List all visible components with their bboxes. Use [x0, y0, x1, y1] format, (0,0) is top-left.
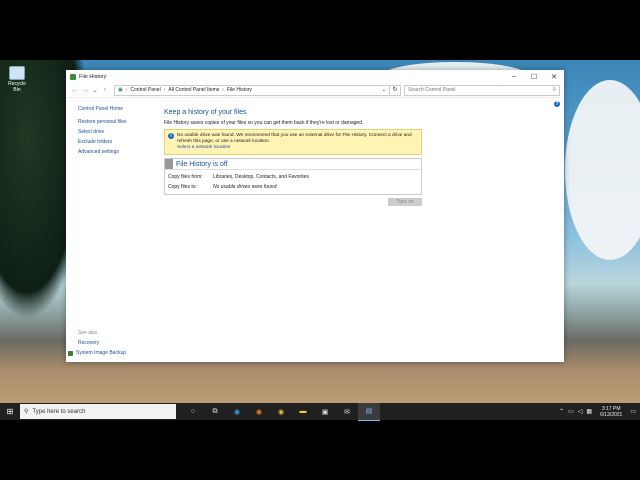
volume-icon[interactable]: ◁ [578, 408, 583, 415]
breadcrumb-separator: › [222, 87, 224, 93]
turn-on-button[interactable]: Turn on [388, 198, 422, 206]
show-hidden-icons-chevron-icon[interactable]: ⌃ [559, 408, 564, 415]
clock[interactable]: 3:17 PM 6/13/2021 [600, 406, 622, 418]
clock-time: 3:17 PM [601, 405, 621, 412]
breadcrumb-separator: › [163, 87, 166, 93]
main-content: Keep a history of your files File Histor… [164, 106, 422, 206]
minimize-button[interactable]: – [504, 73, 524, 80]
firefox-icon[interactable]: ◉ [248, 403, 270, 420]
chrome-icon[interactable]: ◉ [270, 403, 292, 420]
search-icon: ⚲ [552, 87, 556, 93]
mail-icon[interactable]: ✉ [336, 403, 358, 420]
sidebar-item-exclude-folders[interactable]: Exclude folders [78, 139, 158, 145]
see-also-section: See also Recovery System Image Backup [68, 330, 127, 360]
page-description: File History saves copies of your files … [164, 120, 364, 126]
system-tray: ⌃ ▭ ◁ ▦ 3:17 PM 6/13/2021 ▭ [557, 403, 640, 420]
search-input[interactable]: Search Control Panel ⚲ [404, 84, 560, 96]
maximize-button[interactable]: ☐ [524, 73, 544, 81]
copy-from-row: Copy files from: Libraries, Desktop, Con… [165, 170, 421, 182]
copy-from-value: Libraries, Desktop, Contacts, and Favori… [213, 174, 309, 180]
sidebar-item-restore[interactable]: Restore personal files [78, 119, 158, 125]
forward-arrow-icon[interactable]: → [80, 87, 90, 94]
status-title: File History is off [176, 160, 228, 168]
status-panel: File History is off Copy files from: Lib… [164, 158, 422, 195]
recycle-bin-desktop-icon[interactable]: Recycle Bin [6, 66, 28, 93]
refresh-icon[interactable]: ↻ [390, 84, 401, 96]
copy-to-row: Copy files to: No usable drives were fou… [165, 182, 421, 194]
address-dropdown-chevron-icon[interactable]: ⌄ [382, 87, 386, 93]
see-also-system-image-label: System Image Backup [76, 350, 127, 356]
copy-from-label: Copy files from: [168, 174, 203, 180]
clock-date: 6/13/2021 [600, 411, 623, 418]
windows-start-icon[interactable]: ⊞ [0, 407, 20, 416]
file-history-icon [70, 73, 76, 80]
sidebar-item-select-drive[interactable]: Select drive [78, 129, 158, 135]
info-icon: i [168, 133, 174, 139]
file-history-window: File History – ☐ ✕ ← → ⌄ ↑ ▣ › Control P… [66, 70, 564, 362]
breadcrumb-all-items[interactable]: All Control Panel Items [168, 87, 219, 93]
breadcrumb-control-panel[interactable]: Control Panel [130, 87, 160, 93]
store-icon[interactable]: ▣ [314, 403, 336, 420]
taskbar: ⊞ ⚲ Type here to search ○ ⧉ ◉ ◉ ◉ ▬ ▣ ✉ … [0, 402, 640, 421]
page-title: Keep a history of your files [164, 109, 247, 116]
address-bar[interactable]: ▣ › Control Panel › All Control Panel It… [114, 84, 390, 96]
recycle-bin-icon [9, 66, 25, 80]
warning-text: No usable drive was found. We recommend … [177, 133, 412, 144]
sidebar-home-link[interactable]: Control Panel Home [78, 106, 158, 112]
see-also-label: See also [78, 330, 98, 336]
see-also-system-image-link[interactable]: System Image Backup [68, 350, 127, 356]
sidebar-item-advanced-settings[interactable]: Advanced settings [78, 149, 158, 155]
control-panel-taskbar-icon[interactable]: ▤ [358, 402, 380, 421]
taskbar-apps: ○ ⧉ ◉ ◉ ◉ ▬ ▣ ✉ ▤ [182, 402, 380, 421]
help-icon[interactable]: ? [554, 101, 560, 107]
select-network-location-link[interactable]: Select a network location [177, 145, 418, 151]
up-arrow-icon[interactable]: ↑ [100, 87, 110, 94]
breadcrumb-file-history[interactable]: File History [227, 87, 252, 93]
title-bar: File History – ☐ ✕ [66, 70, 564, 83]
search-icon: ⚲ [24, 409, 29, 415]
edge-icon[interactable]: ◉ [226, 403, 248, 420]
control-panel-folder-icon: ▣ [118, 87, 123, 93]
notification-icon[interactable]: ▭ [630, 408, 636, 415]
status-header: File History is off [165, 159, 421, 170]
shield-icon [68, 350, 73, 356]
copy-to-label: Copy files to: [168, 184, 197, 190]
network-icon[interactable]: ▭ [568, 408, 574, 415]
taskbar-search-placeholder: Type here to search [32, 408, 86, 415]
file-explorer-icon[interactable]: ▬ [292, 403, 314, 420]
task-view-icon[interactable]: ⧉ [204, 403, 226, 420]
close-button[interactable]: ✕ [544, 73, 564, 81]
cloud [565, 80, 640, 260]
address-row: ← → ⌄ ↑ ▣ › Control Panel › All Control … [66, 83, 564, 98]
see-also-recovery-link[interactable]: Recovery [78, 340, 126, 346]
keyboard-icon[interactable]: ▦ [586, 408, 592, 415]
breadcrumb-separator: › [125, 87, 128, 93]
recent-locations-chevron-icon[interactable]: ⌄ [90, 86, 100, 94]
desktop-icon-label: Recycle Bin [8, 81, 26, 93]
taskbar-search-input[interactable]: ⚲ Type here to search [20, 404, 176, 419]
cortana-icon[interactable]: ○ [182, 403, 204, 420]
window-title: File History [79, 73, 107, 80]
copy-to-value: No usable drives were found. [213, 184, 278, 190]
see-also-recovery-label: Recovery [78, 340, 100, 346]
warning-banner: i No usable drive was found. We recommen… [164, 129, 422, 155]
search-placeholder: Search Control Panel [408, 87, 456, 93]
sidebar: Control Panel Home Restore personal file… [78, 106, 158, 159]
back-arrow-icon[interactable]: ← [70, 87, 80, 94]
status-bar-icon [165, 159, 173, 169]
